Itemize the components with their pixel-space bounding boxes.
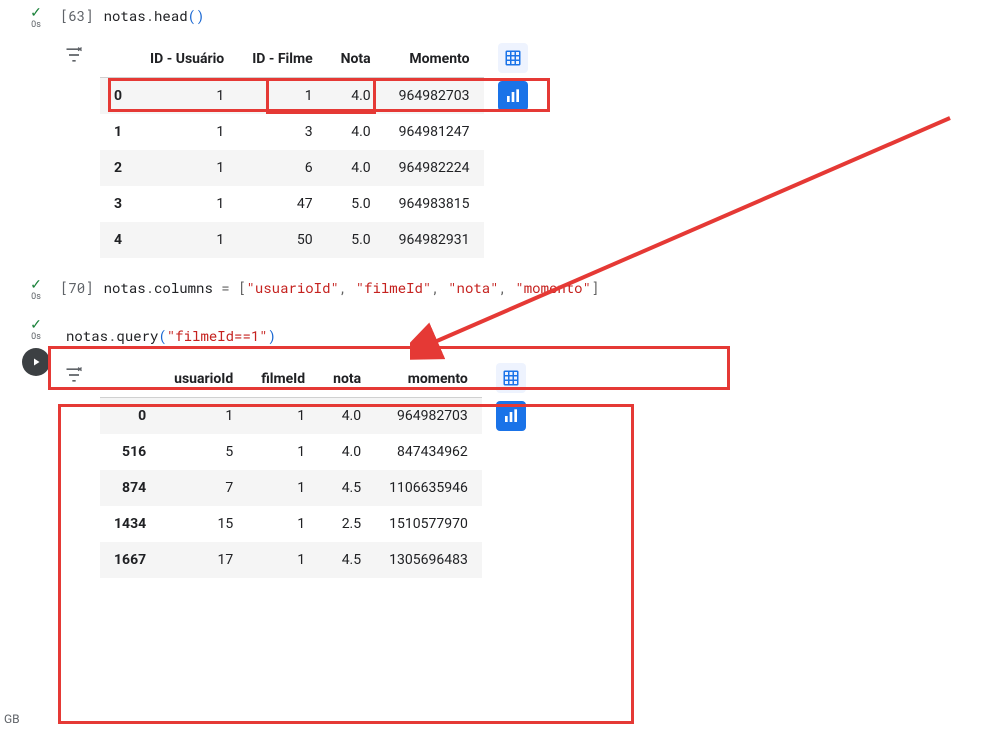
- table-cell: 1: [136, 78, 238, 115]
- table-cell: 1: [160, 398, 247, 435]
- table-index: 4: [100, 222, 136, 258]
- dataframe-output: ID - Usuário ID - Filme Nota Momento 0 1…: [100, 41, 484, 258]
- table-index: 0: [100, 78, 136, 115]
- table-cell: 964981247: [385, 114, 484, 150]
- table-cell: 5.0: [327, 186, 385, 222]
- cell-output: ID - Usuário ID - Filme Nota Momento 0 1…: [60, 41, 1005, 258]
- code-input[interactable]: notas.head(): [104, 4, 205, 25]
- table-cell: 5: [160, 434, 247, 470]
- table-cell: 964982703: [375, 398, 482, 435]
- table-cell: 1: [136, 186, 238, 222]
- table-index: 874: [100, 470, 160, 506]
- table-cell: 4.5: [319, 470, 375, 506]
- table-cell: 4.0: [319, 398, 375, 435]
- table-cell: 4.0: [319, 434, 375, 470]
- executed-check-icon: ✓: [30, 278, 42, 292]
- table-cell: 5.0: [327, 222, 385, 258]
- table-row: 3 1 47 5.0 964983815: [100, 186, 484, 222]
- table-index: 1434: [100, 506, 160, 542]
- table-cell: 1: [247, 542, 319, 578]
- table-cell: 7: [160, 470, 247, 506]
- table-cell: 6: [238, 150, 326, 186]
- cell-output: usuarioId filmeId nota momento 0 1 1 4.0: [60, 361, 1005, 578]
- table-cell: 1305696483: [375, 542, 482, 578]
- resource-indicator: GB: [4, 712, 20, 726]
- table-cell: 1: [247, 506, 319, 542]
- code-cell: ✓ 0s [63] notas.head() I: [0, 0, 1005, 266]
- table-index-header: [100, 41, 136, 78]
- table-col-header: filmeId: [247, 361, 319, 398]
- table-cell: 17: [160, 542, 247, 578]
- table-index: 2: [100, 150, 136, 186]
- table-cell: 3: [238, 114, 326, 150]
- exec-timing: 0s: [31, 20, 41, 30]
- table-cell: 1: [136, 150, 238, 186]
- table-row: 0 1 1 4.0 964982703: [100, 78, 484, 115]
- interactive-table-icon[interactable]: [496, 363, 526, 393]
- table-cell: 50: [238, 222, 326, 258]
- table-cell: 847434962: [375, 434, 482, 470]
- table-cell: 4.0: [327, 114, 385, 150]
- table-cell: 1: [247, 434, 319, 470]
- table-cell: 1: [136, 114, 238, 150]
- table-row: 4 1 50 5.0 964982931: [100, 222, 484, 258]
- table-row: 1434 15 1 2.5 1510577970: [100, 506, 482, 542]
- table-row: 0 1 1 4.0 964982703: [100, 398, 482, 435]
- table-cell: 964982931: [385, 222, 484, 258]
- table-col-header: ID - Filme: [238, 41, 326, 78]
- table-index-header: [100, 361, 160, 398]
- table-cell: 1510577970: [375, 506, 482, 542]
- code-cell: ✓ 0s notas.query("filmeId==1"): [0, 312, 1005, 586]
- variable-filter-icon[interactable]: [60, 361, 88, 389]
- quick-chart-icon[interactable]: [496, 401, 526, 431]
- table-row: 874 7 1 4.5 1106635946: [100, 470, 482, 506]
- table-index: 1: [100, 114, 136, 150]
- executed-check-icon: ✓: [30, 6, 42, 20]
- quick-chart-icon[interactable]: [498, 81, 528, 111]
- table-col-header: momento: [375, 361, 482, 398]
- table-cell: 1106635946: [375, 470, 482, 506]
- cell-gutter: ✓ 0s: [12, 4, 60, 258]
- table-cell: 1: [247, 470, 319, 506]
- cell-gutter: ✓ 0s: [12, 276, 60, 302]
- table-index: 0: [100, 398, 160, 435]
- dataframe-output: usuarioId filmeId nota momento 0 1 1 4.0: [100, 361, 482, 578]
- run-cell-icon[interactable]: [22, 348, 50, 376]
- exec-timing: 0s: [31, 332, 41, 342]
- table-cell: 2.5: [319, 506, 375, 542]
- table-cell: 4.5: [319, 542, 375, 578]
- table-col-header: usuarioId: [160, 361, 247, 398]
- table-col-header: Momento: [385, 41, 484, 78]
- table-index: 3: [100, 186, 136, 222]
- table-index: 516: [100, 434, 160, 470]
- table-row: 1 1 3 4.0 964981247: [100, 114, 484, 150]
- table-cell: 4.0: [327, 150, 385, 186]
- table-col-header: ID - Usuário: [136, 41, 238, 78]
- exec-count: [70]: [60, 276, 94, 297]
- table-cell: 964982703: [385, 78, 484, 115]
- table-row: 1667 17 1 4.5 1305696483: [100, 542, 482, 578]
- interactive-table-icon[interactable]: [498, 43, 528, 73]
- table-cell: 4.0: [327, 78, 385, 115]
- table-cell: 15: [160, 506, 247, 542]
- table-col-header: nota: [319, 361, 375, 398]
- table-index: 1667: [100, 542, 160, 578]
- table-col-header: Nota: [327, 41, 385, 78]
- table-row: 516 5 1 4.0 847434962: [100, 434, 482, 470]
- table-cell: 964982224: [385, 150, 484, 186]
- exec-timing: 0s: [31, 292, 41, 302]
- table-cell: 1: [136, 222, 238, 258]
- table-row: 2 1 6 4.0 964982224: [100, 150, 484, 186]
- code-cell: ✓ 0s [70] notas.columns = ["usuarioId", …: [0, 266, 1005, 312]
- exec-count: [63]: [60, 4, 94, 25]
- table-cell: 964983815: [385, 186, 484, 222]
- table-cell: 47: [238, 186, 326, 222]
- code-input[interactable]: notas.columns = ["usuarioId", "filmeId",…: [104, 276, 600, 297]
- executed-check-icon: ✓: [30, 318, 42, 332]
- table-cell: 1: [247, 398, 319, 435]
- variable-filter-icon[interactable]: [60, 41, 88, 69]
- code-input[interactable]: notas.query("filmeId==1"): [66, 324, 276, 345]
- cell-gutter: ✓ 0s: [12, 316, 60, 578]
- table-cell: 1: [238, 78, 326, 115]
